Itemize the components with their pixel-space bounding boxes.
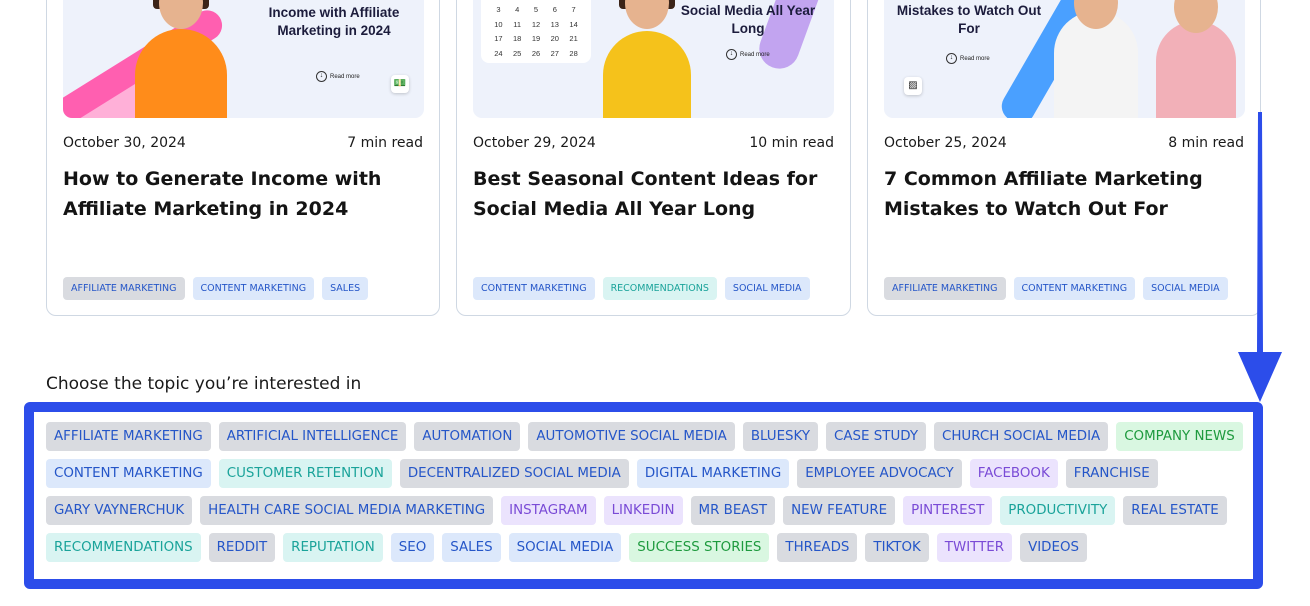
article-tag[interactable]: SOCIAL MEDIA <box>1143 277 1228 300</box>
thumbnail-title: How to Generate Income with Affiliate Ma… <box>268 0 400 38</box>
article-tag[interactable]: AFFILIATE MARKETING <box>884 277 1006 300</box>
read-time: 10 min read <box>749 135 834 151</box>
topic-tag[interactable]: VIDEOS <box>1020 533 1087 562</box>
topic-tag[interactable]: GARY VAYNERCHUK <box>46 496 193 525</box>
topic-tag[interactable]: CHURCH SOCIAL MEDIA <box>934 422 1109 451</box>
topic-tag[interactable]: RECOMMENDATIONS <box>46 533 201 562</box>
topic-tag[interactable]: TIKTOK <box>865 533 929 562</box>
calendar-day: 11 <box>513 19 522 29</box>
topic-tag[interactable]: ARTIFICIAL INTELLIGENCE <box>218 422 407 451</box>
topic-tag[interactable]: INSTAGRAM <box>501 496 596 525</box>
calendar-day: 19 <box>531 34 541 43</box>
article-card[interactable]: How to Generate Income with Affiliate Ma… <box>46 0 440 316</box>
read-more-link[interactable]: Read more <box>726 49 770 60</box>
article-date: October 29, 2024 <box>473 135 596 151</box>
article-title[interactable]: 7 Common Affiliate Marketing Mistakes to… <box>884 164 1240 224</box>
article-tags: AFFILIATE MARKETING CONTENT MARKETING SO… <box>884 277 1228 300</box>
article-title[interactable]: How to Generate Income with Affiliate Ma… <box>63 164 419 224</box>
money-icon: 💵 <box>391 75 409 93</box>
article-tag[interactable]: AFFILIATE MARKETING <box>63 277 185 300</box>
article-tags: CONTENT MARKETING RECOMMENDATIONS SOCIAL… <box>473 277 810 300</box>
calendar-day: 14 <box>569 19 578 29</box>
calendar-day: 24 <box>494 48 503 58</box>
article-thumbnail[interactable]: Affiliate Marketing Mistakes to Watch Ou… <box>884 0 1245 118</box>
read-time: 7 min read <box>347 135 423 151</box>
topic-tag[interactable]: CUSTOMER RETENTION <box>218 459 392 488</box>
topics-highlight-frame: AFFILIATE MARKETING ARTIFICIAL INTELLIGEN… <box>24 402 1263 589</box>
calendar-day: 12 <box>531 19 541 29</box>
read-time: 8 min read <box>1168 135 1244 151</box>
topic-tag[interactable]: CONTENT MARKETING <box>46 459 211 488</box>
calendar-day: 6 <box>552 5 557 14</box>
calendar-graphic: 3 4 5 6 7 10 11 12 13 14 17 18 19 20 21 24 25 26 27 28 <box>481 0 591 63</box>
topic-tag[interactable]: FRANCHISE <box>1065 459 1158 488</box>
calendar-day: 26 <box>531 48 541 58</box>
article-date: October 25, 2024 <box>884 135 1007 151</box>
article-card[interactable]: Affiliate Marketing Mistakes to Watch Ou… <box>867 0 1261 316</box>
calendar-day: 10 <box>494 19 503 29</box>
topic-tag[interactable]: REPUTATION <box>283 533 383 562</box>
article-tag[interactable]: CONTENT MARKETING <box>1013 277 1136 300</box>
calendar-day: 28 <box>569 48 578 58</box>
topic-tag[interactable]: CASE STUDY <box>826 422 927 451</box>
calendar-day: 4 <box>515 5 520 14</box>
article-title[interactable]: Best Seasonal Content Ideas for Social M… <box>473 164 830 224</box>
article-tags: AFFILIATE MARKETING CONTENT MARKETING SA… <box>63 277 369 300</box>
article-tag[interactable]: CONTENT MARKETING <box>192 277 315 300</box>
topic-tag[interactable]: FACEBOOK <box>969 459 1058 488</box>
topic-tag[interactable]: AFFILIATE MARKETING <box>46 422 211 451</box>
article-tag[interactable]: RECOMMENDATIONS <box>602 277 717 300</box>
topic-tag[interactable]: BLUESKY <box>742 422 819 451</box>
topic-tag[interactable]: DECENTRALIZED SOCIAL MEDIA <box>399 459 629 488</box>
calendar-day: 3 <box>496 5 501 14</box>
topic-tag[interactable]: SEO <box>390 533 435 562</box>
calendar-day: 20 <box>550 34 559 43</box>
thumbnail-title: Content Ideas for Social Media All Year … <box>680 2 816 37</box>
topic-tag[interactable]: AUTOMATION <box>414 422 521 451</box>
down-arrow-icon <box>1238 112 1282 402</box>
topic-tag[interactable]: REDDIT <box>208 533 276 562</box>
article-tag[interactable]: SALES <box>322 277 369 300</box>
topic-tag[interactable]: PRODUCTIVITY <box>1000 496 1116 525</box>
topic-tag[interactable]: HEALTH CARE SOCIAL MEDIA MARKETING <box>200 496 494 525</box>
article-thumbnail[interactable]: 3 4 5 6 7 10 11 12 13 14 17 18 19 20 21 24 25 26 27 28 Cont… <box>473 0 834 118</box>
topic-tag[interactable]: LINKEDIN <box>603 496 683 525</box>
topic-tag[interactable]: AUTOMOTIVE SOCIAL MEDIA <box>528 422 735 451</box>
article-tag[interactable]: CONTENT MARKETING <box>473 277 595 300</box>
calendar-day: 25 <box>513 48 522 58</box>
read-more-link[interactable]: Read more <box>946 53 990 64</box>
topic-tag[interactable]: SALES <box>442 533 501 562</box>
topic-tag[interactable]: MR BEAST <box>690 496 776 525</box>
topics-heading: Choose the topic you’re interested in <box>46 374 362 394</box>
read-more-link[interactable]: Read more <box>316 71 360 82</box>
topic-list: AFFILIATE MARKETING ARTIFICIAL INTELLIGEN… <box>46 422 1251 562</box>
thumbnail-title: Affiliate Marketing Mistakes to Watch Ou… <box>896 2 1042 37</box>
topic-tag[interactable]: REAL ESTATE <box>1123 496 1227 525</box>
calendar-day: 13 <box>550 19 559 29</box>
article-date: October 30, 2024 <box>63 135 186 151</box>
topic-tag[interactable]: SUCCESS STORIES <box>629 533 770 562</box>
article-thumbnail[interactable]: How to Generate Income with Affiliate Ma… <box>63 0 424 118</box>
calendar-day: 21 <box>569 34 578 43</box>
topic-tag[interactable]: TWITTER <box>936 533 1013 562</box>
topic-tag[interactable]: PINTEREST <box>903 496 993 525</box>
topic-tag[interactable]: THREADS <box>777 533 858 562</box>
topic-tag[interactable]: EMPLOYEE ADVOCACY <box>797 459 962 488</box>
topic-tag[interactable]: DIGITAL MARKETING <box>636 459 790 488</box>
article-tag[interactable]: SOCIAL MEDIA <box>724 277 810 300</box>
topic-tag[interactable]: COMPANY NEWS <box>1116 422 1243 451</box>
calendar-day: 17 <box>494 34 503 43</box>
calendar-day: 18 <box>513 34 522 43</box>
calendar-day: 7 <box>571 5 576 14</box>
image-icon: ▨ <box>904 77 922 95</box>
article-card[interactable]: 3 4 5 6 7 10 11 12 13 14 17 18 19 20 21 24 25 26 27 28 Cont… <box>456 0 851 316</box>
calendar-day: 5 <box>533 5 539 14</box>
topic-tag[interactable]: SOCIAL MEDIA <box>508 533 622 562</box>
calendar-day: 27 <box>550 48 559 58</box>
topic-tag[interactable]: NEW FEATURE <box>783 496 896 525</box>
